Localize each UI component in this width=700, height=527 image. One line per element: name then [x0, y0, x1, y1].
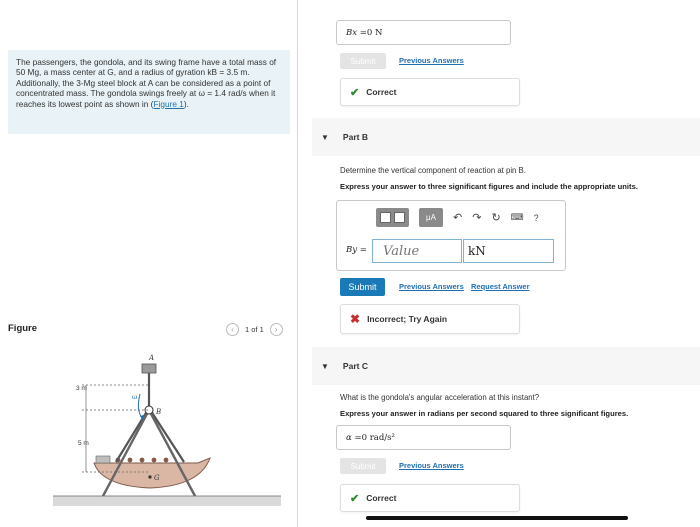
part-b-submit-button[interactable]: Submit: [340, 278, 385, 296]
ground: [53, 496, 281, 506]
home-indicator: [366, 516, 628, 520]
part-c-previous-answers-link[interactable]: Previous Answers: [399, 461, 464, 470]
problem-text: The passengers, the gondola, and its swi…: [16, 57, 277, 109]
problem-text-end: ).: [183, 98, 189, 109]
part-b-feedback-text: Incorrect; Try Again: [367, 314, 448, 324]
label-a: A: [148, 354, 154, 362]
gondola-body: [93, 457, 211, 489]
part-c-instruction: Express your answer in radians per secon…: [340, 409, 629, 418]
label-dim-3m: 3 m: [76, 385, 87, 392]
next-figure-button[interactable]: ›: [269, 323, 283, 336]
undo-icon[interactable]: ↶: [453, 211, 462, 224]
units-button[interactable]: μA: [419, 208, 443, 227]
part-a-value: 0 N: [366, 27, 383, 38]
part-c-submit-button[interactable]: Submit: [340, 458, 386, 474]
figure-title: Figure: [8, 323, 38, 334]
collapse-caret-icon: ▼: [321, 132, 329, 142]
check-icon: ✔: [350, 492, 360, 505]
template-cell-icon: [380, 212, 391, 223]
part-c-label: α =: [346, 432, 362, 443]
keyboard-icon[interactable]: ⌨: [511, 212, 524, 223]
part-b-var-label: By =: [346, 245, 367, 255]
template-cell-icon: [394, 212, 405, 223]
part-b-title: Part B: [342, 132, 368, 142]
part-b-request-answer-link[interactable]: Request Answer: [471, 282, 530, 291]
collapse-caret-icon: ▼: [321, 361, 329, 371]
part-c-header[interactable]: ▼ Part C: [312, 347, 700, 385]
check-icon: ✔: [350, 86, 360, 99]
mass-center-g: [148, 475, 152, 479]
column-divider: [297, 0, 298, 527]
label-dim-5m: 5 m: [78, 440, 89, 447]
x-icon: ✖: [350, 312, 361, 326]
part-a-previous-answers-link[interactable]: Previous Answers: [399, 56, 464, 65]
part-c-answer-field: α = 0 rad/s²: [336, 425, 511, 450]
part-a-feedback: ✔ Correct: [340, 78, 520, 106]
part-a-submit-button[interactable]: Submit: [340, 53, 386, 69]
part-b-unit-field[interactable]: kN: [463, 239, 554, 263]
part-a-label: Bx =: [346, 27, 367, 38]
figure-pager: ‹ 1 of 1 ›: [226, 323, 283, 336]
figure-link[interactable]: Figure 1: [153, 99, 183, 109]
part-b-header[interactable]: ▼ Part B: [312, 118, 700, 156]
part-b-instruction: Express your answer to three significant…: [340, 182, 638, 191]
part-c-value: 0 rad/s²: [361, 432, 395, 443]
part-b-feedback: ✖ Incorrect; Try Again: [340, 304, 520, 334]
help-icon[interactable]: ?: [534, 213, 539, 223]
reset-icon[interactable]: ↻: [491, 211, 500, 224]
part-b-question: Determine the vertical component of reac…: [340, 166, 526, 175]
part-a-feedback-text: Correct: [366, 87, 397, 97]
label-g: G: [154, 474, 160, 482]
steel-block: [141, 363, 157, 374]
redo-icon[interactable]: ↷: [472, 211, 481, 224]
part-c-question: What is the gondola's angular accelerati…: [340, 393, 540, 402]
part-c-title: Part C: [342, 361, 368, 371]
part-c-feedback-text: Correct: [366, 493, 397, 503]
problem-statement: The passengers, the gondola, and its swi…: [8, 50, 290, 134]
part-c-feedback: ✔ Correct: [340, 484, 520, 512]
part-b-value-input[interactable]: [372, 239, 462, 263]
template-button[interactable]: [376, 208, 409, 227]
gondola-figure: A B ω G 3 m 5 m: [53, 354, 281, 506]
equation-toolbar: μA ↶ ↷ ↻ ⌨ ?: [376, 208, 539, 227]
part-a-answer-field: Bx = 0 N: [336, 20, 511, 45]
label-omega: ω: [132, 393, 137, 401]
prev-figure-button[interactable]: ‹: [226, 323, 239, 336]
part-b-previous-answers-link[interactable]: Previous Answers: [399, 282, 464, 291]
omega-arrow: [137, 393, 143, 419]
label-b: B: [155, 408, 161, 416]
pager-text: 1 of 1: [245, 325, 264, 334]
